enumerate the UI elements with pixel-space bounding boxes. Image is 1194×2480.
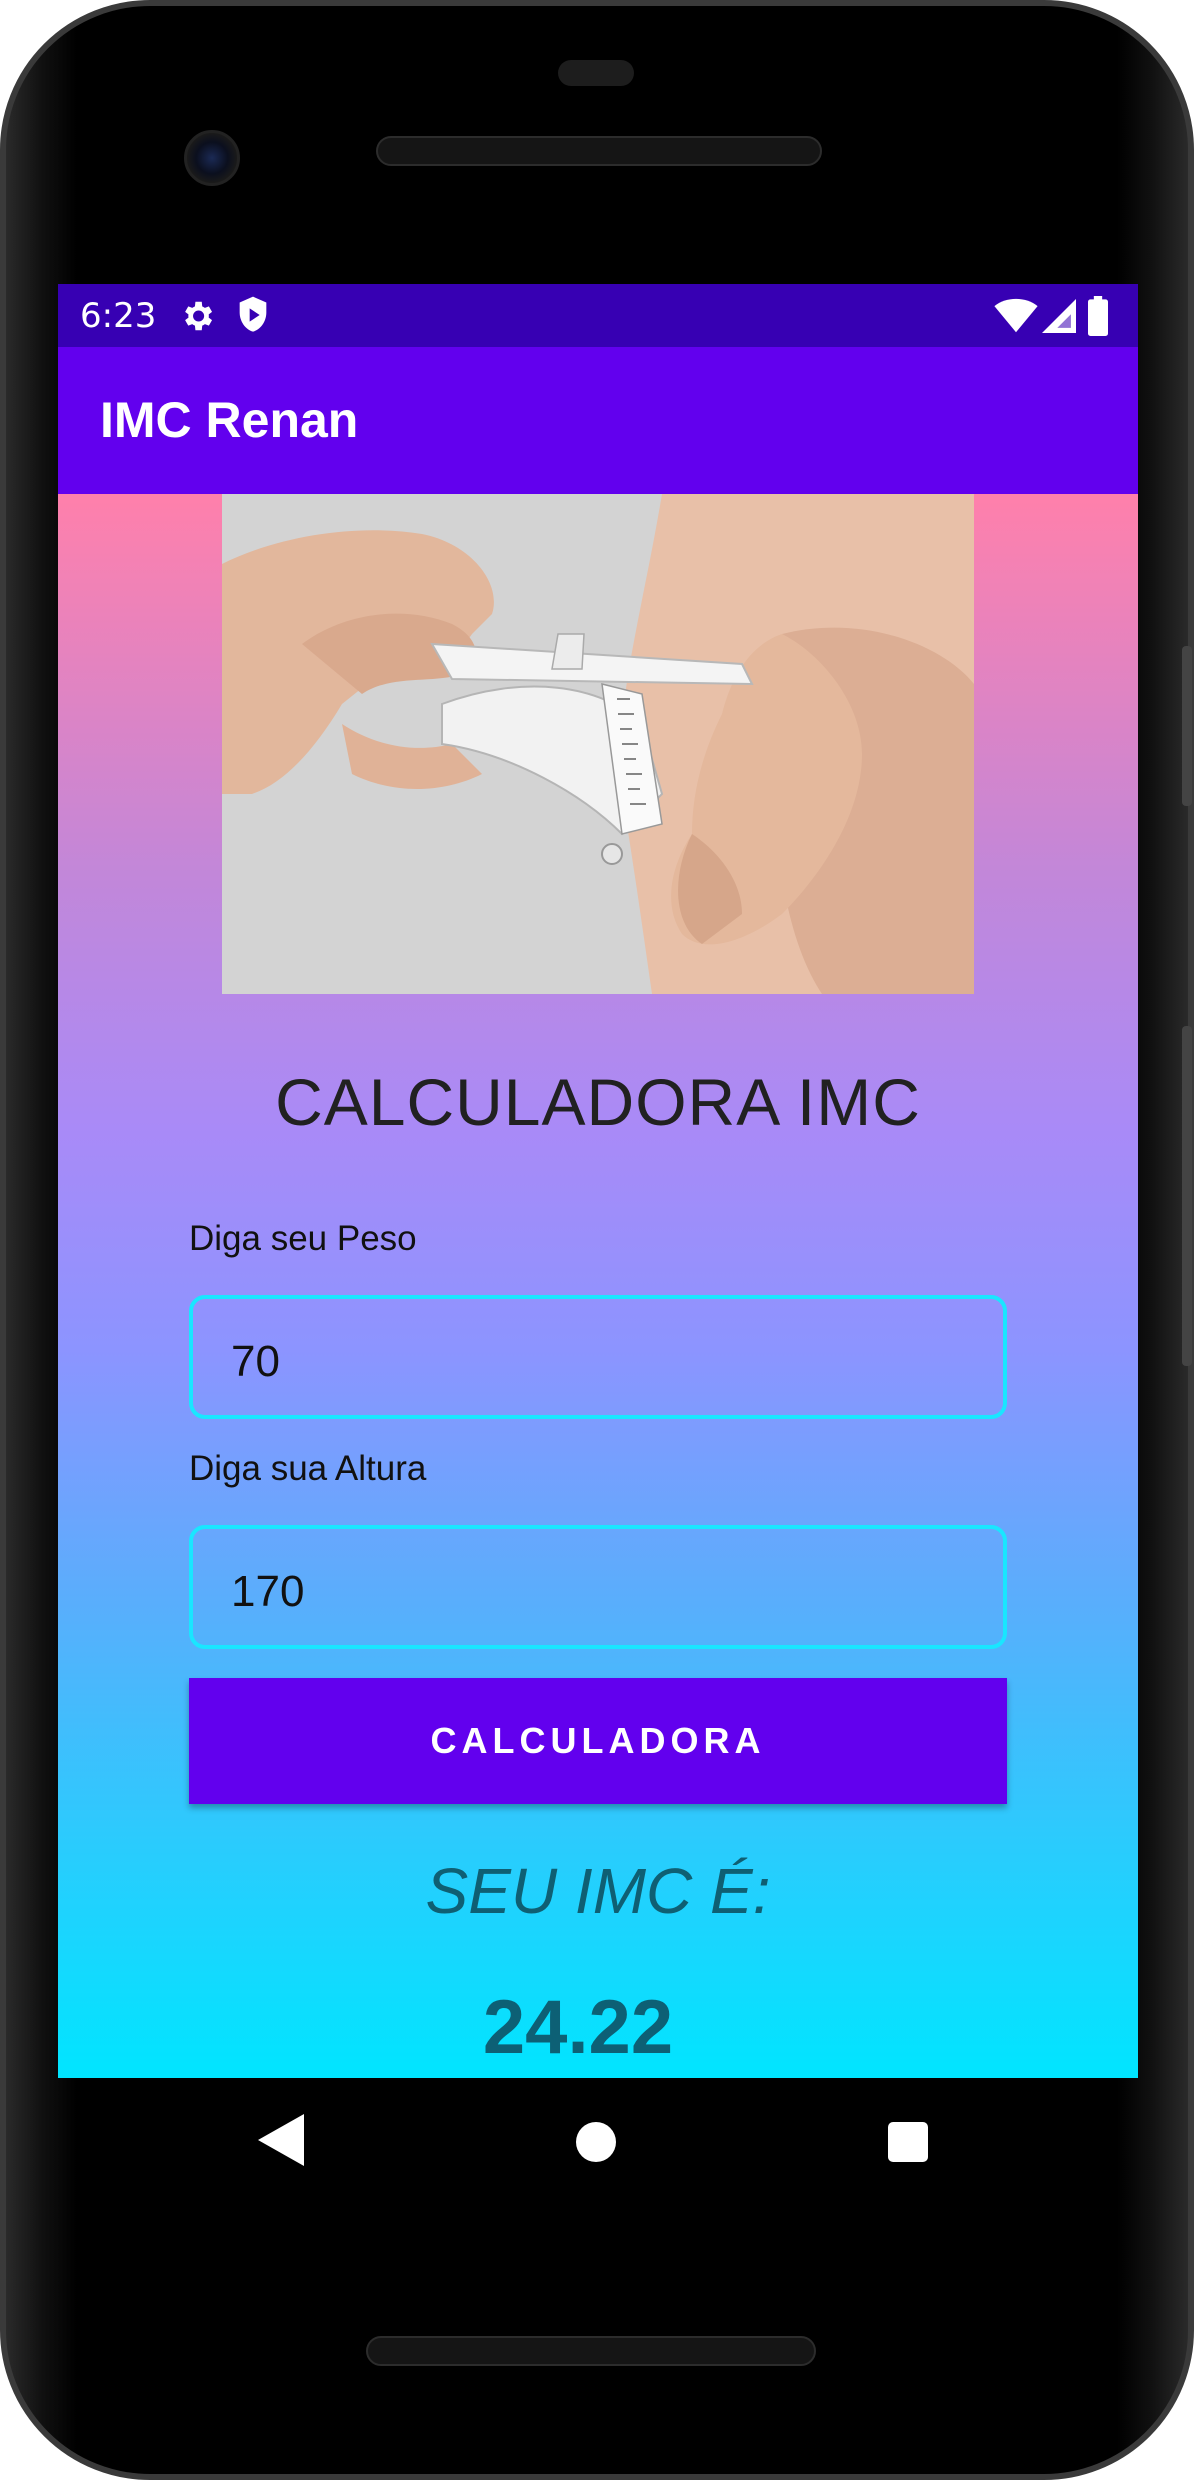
- hero-image: [222, 494, 974, 994]
- result-value: 24.22: [482, 1985, 674, 2070]
- shield-icon: [239, 296, 267, 332]
- weight-label: Diga seu Peso: [189, 1219, 417, 1258]
- back-icon[interactable]: [258, 2114, 304, 2166]
- skinfold-caliper-photo: [222, 494, 974, 994]
- height-input-value: 170: [231, 1567, 305, 1616]
- recents-icon[interactable]: [888, 2122, 928, 2162]
- front-camera: [184, 130, 240, 186]
- battery-icon: [1088, 296, 1108, 336]
- power-button: [1182, 646, 1192, 806]
- status-bar: 6:23: [58, 284, 1138, 347]
- top-speaker: [376, 136, 822, 166]
- status-time: 6:23: [80, 296, 157, 336]
- home-icon[interactable]: [576, 2122, 616, 2162]
- bottom-speaker: [366, 2336, 816, 2366]
- wifi-icon: [994, 298, 1038, 333]
- phone-frame: 6:23 IMC Renan CALCULADORA IMC Diga seu …: [0, 0, 1194, 2480]
- app-bar: IMC Renan: [58, 347, 1138, 494]
- main-content: CALCULADORA IMC Diga seu Peso 70 Diga su…: [58, 494, 1138, 2078]
- height-label: Diga sua Altura: [189, 1449, 427, 1488]
- earpiece: [558, 60, 634, 86]
- height-input[interactable]: 170: [189, 1525, 1007, 1649]
- screen: 6:23 IMC Renan CALCULADORA IMC Diga seu …: [58, 284, 1138, 2078]
- calculate-button[interactable]: CALCULADORA: [189, 1678, 1007, 1804]
- result-label: SEU IMC É:: [425, 1855, 771, 1927]
- weight-input[interactable]: 70: [189, 1295, 1007, 1419]
- weight-input-value: 70: [231, 1337, 280, 1386]
- app-title: IMC Renan: [100, 392, 359, 448]
- page-title: CALCULADORA IMC: [275, 1065, 921, 1139]
- signal-icon: [1042, 299, 1076, 333]
- gear-icon: [185, 301, 213, 331]
- volume-button: [1182, 1026, 1192, 1366]
